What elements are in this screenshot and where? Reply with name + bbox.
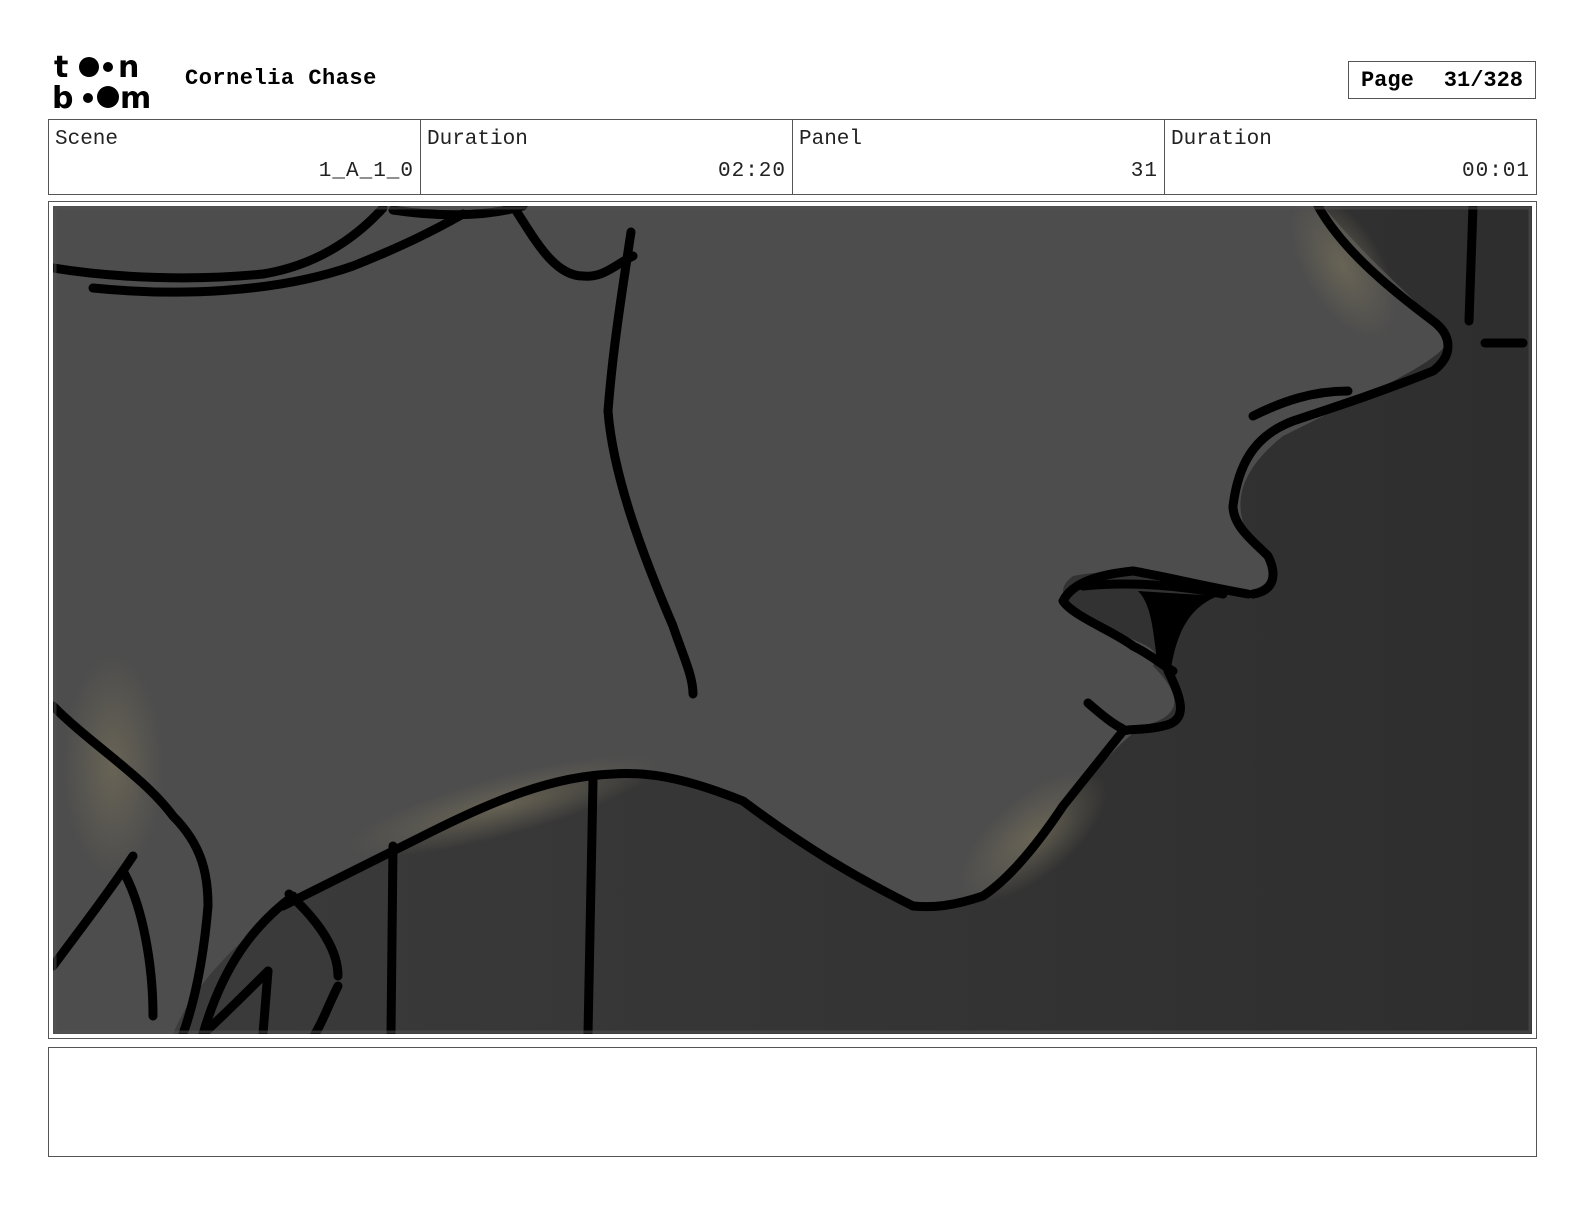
- scene-label: Scene: [55, 128, 119, 151]
- page-indicator: Page 31/328: [1348, 61, 1536, 99]
- neck-vertical-1: [583, 776, 598, 1034]
- logo-letter-b: b: [52, 81, 73, 112]
- storyboard-sketch: [53, 206, 1532, 1034]
- panel-notes-box[interactable]: [48, 1047, 1537, 1157]
- neck-vertical-2: [386, 841, 398, 1034]
- panel-duration-label: Duration: [1171, 128, 1272, 151]
- scene-duration-value: 02:20: [717, 160, 786, 183]
- panel-duration-value: 00:01: [1461, 160, 1530, 183]
- scene-duration-label: Duration: [427, 128, 528, 151]
- panel-cell: Panel 31: [793, 120, 1165, 194]
- shoulder-line-6: [258, 966, 273, 1034]
- scene-duration-cell: Duration 02:20: [421, 120, 793, 194]
- logo-letter-n: n: [118, 50, 139, 85]
- scene-cell: Scene 1_A_1_0: [49, 120, 421, 194]
- scene-info-table: Scene 1_A_1_0 Duration 02:20 Panel 31 Du…: [48, 119, 1537, 195]
- panel-value: 31: [1130, 160, 1158, 183]
- panel-label: Panel: [799, 128, 863, 151]
- panel-duration-cell: Duration 00:01: [1165, 120, 1536, 194]
- toonboom-logo: t n b m: [52, 50, 164, 116]
- page-number: 31/328: [1443, 67, 1524, 93]
- scene-value: 1_A_1_0: [318, 160, 414, 183]
- logo-letter-t: t: [54, 50, 68, 85]
- ear-mark: [1464, 206, 1478, 326]
- page-label: Page: [1360, 67, 1414, 93]
- project-title: Cornelia Chase: [185, 66, 377, 91]
- logo-letter-m: m: [120, 81, 151, 112]
- panel-frame: [48, 201, 1537, 1039]
